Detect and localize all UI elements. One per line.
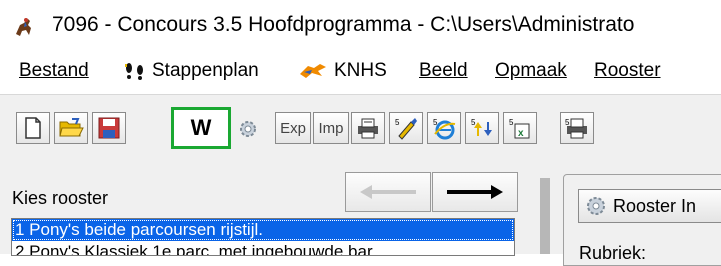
menu-opmaak[interactable]: Opmaak: [495, 60, 567, 82]
svg-text:5: 5: [509, 118, 514, 127]
svg-text:5: 5: [471, 118, 476, 127]
menu-beeld[interactable]: Beeld: [419, 60, 468, 82]
import-button[interactable]: Imp: [313, 112, 349, 144]
excel-icon: 5x: [509, 118, 530, 139]
menu-stappenplan[interactable]: Stappenplan: [122, 60, 259, 82]
open-folder-icon: [59, 118, 84, 137]
menu-bar: Bestand Stappenplan KNHS Beeld Opmaak Ro…: [0, 50, 721, 94]
menu-bestand[interactable]: Bestand: [19, 60, 89, 82]
gear-icon: [587, 197, 605, 215]
sort-arrows-icon: 5: [471, 118, 492, 136]
toolbar: W Exp Imp 5 5 5 5x 5: [0, 94, 721, 159]
edit-button[interactable]: 5: [389, 112, 423, 144]
previous-button[interactable]: [345, 172, 431, 212]
menu-beeld-label: Beeld: [419, 60, 468, 81]
print-button-2[interactable]: 5: [560, 112, 594, 144]
menu-stappenplan-label: Stappenplan: [152, 60, 259, 81]
printer-icon: 5: [565, 118, 587, 139]
excel-button[interactable]: 5x: [503, 112, 537, 144]
menu-opmaak-label: Opmaak: [495, 60, 567, 81]
menu-knhs-label: KNHS: [334, 60, 387, 81]
svg-text:5: 5: [395, 118, 400, 127]
knhs-icon: [300, 64, 326, 78]
list-item[interactable]: 1 Pony's beide parcoursen rijstijl.: [12, 219, 514, 241]
rooster-button-label: Rooster In: [613, 195, 697, 216]
w-button-label: W: [190, 115, 212, 140]
new-document-icon: [25, 117, 41, 139]
svg-text:5: 5: [565, 118, 570, 127]
rooster-button[interactable]: Rooster In: [578, 189, 721, 223]
printer-icon: [358, 118, 378, 139]
menu-bestand-label: Bestand: [19, 60, 89, 81]
title-bar: 7096 - Concours 3.5 Hoofdprogramma - C:\…: [0, 0, 721, 50]
rooster-panel: Rooster In Rubriek:: [563, 174, 721, 266]
horse-rider-icon: [16, 18, 31, 36]
main-panel: Kies rooster 1 Pony's beide parcoursen r…: [0, 158, 721, 266]
splitter[interactable]: [540, 178, 550, 254]
web-button[interactable]: 5: [427, 112, 461, 144]
save-icon: [98, 117, 120, 139]
sort-button[interactable]: 5: [465, 112, 499, 144]
export-label: Exp: [280, 119, 306, 137]
footprints-icon: [125, 63, 143, 80]
rooster-list[interactable]: 1 Pony's beide parcoursen rijstijl. 2 Po…: [11, 218, 515, 256]
menu-rooster[interactable]: Rooster: [594, 60, 661, 82]
import-label: Imp: [318, 119, 344, 137]
w-button[interactable]: W: [171, 107, 256, 149]
menu-knhs[interactable]: KNHS: [298, 60, 387, 82]
gear-icon: [240, 121, 256, 137]
window-title: 7096 - Concours 3.5 Hoofdprogramma - C:\…: [52, 13, 635, 36]
arrow-left-icon: [360, 185, 416, 199]
internet-explorer-icon: 5: [433, 118, 456, 140]
kies-rooster-label: Kies rooster: [12, 188, 109, 208]
menu-rooster-label: Rooster: [594, 60, 661, 81]
print-button[interactable]: [351, 112, 385, 144]
next-button[interactable]: [432, 172, 518, 212]
svg-text:x: x: [518, 128, 524, 139]
pen-icon: 5: [395, 118, 417, 140]
new-document-button[interactable]: [16, 112, 50, 144]
open-folder-button[interactable]: [54, 112, 88, 144]
save-button[interactable]: [92, 112, 126, 144]
export-button[interactable]: Exp: [275, 112, 311, 144]
arrow-right-icon: [447, 185, 503, 199]
